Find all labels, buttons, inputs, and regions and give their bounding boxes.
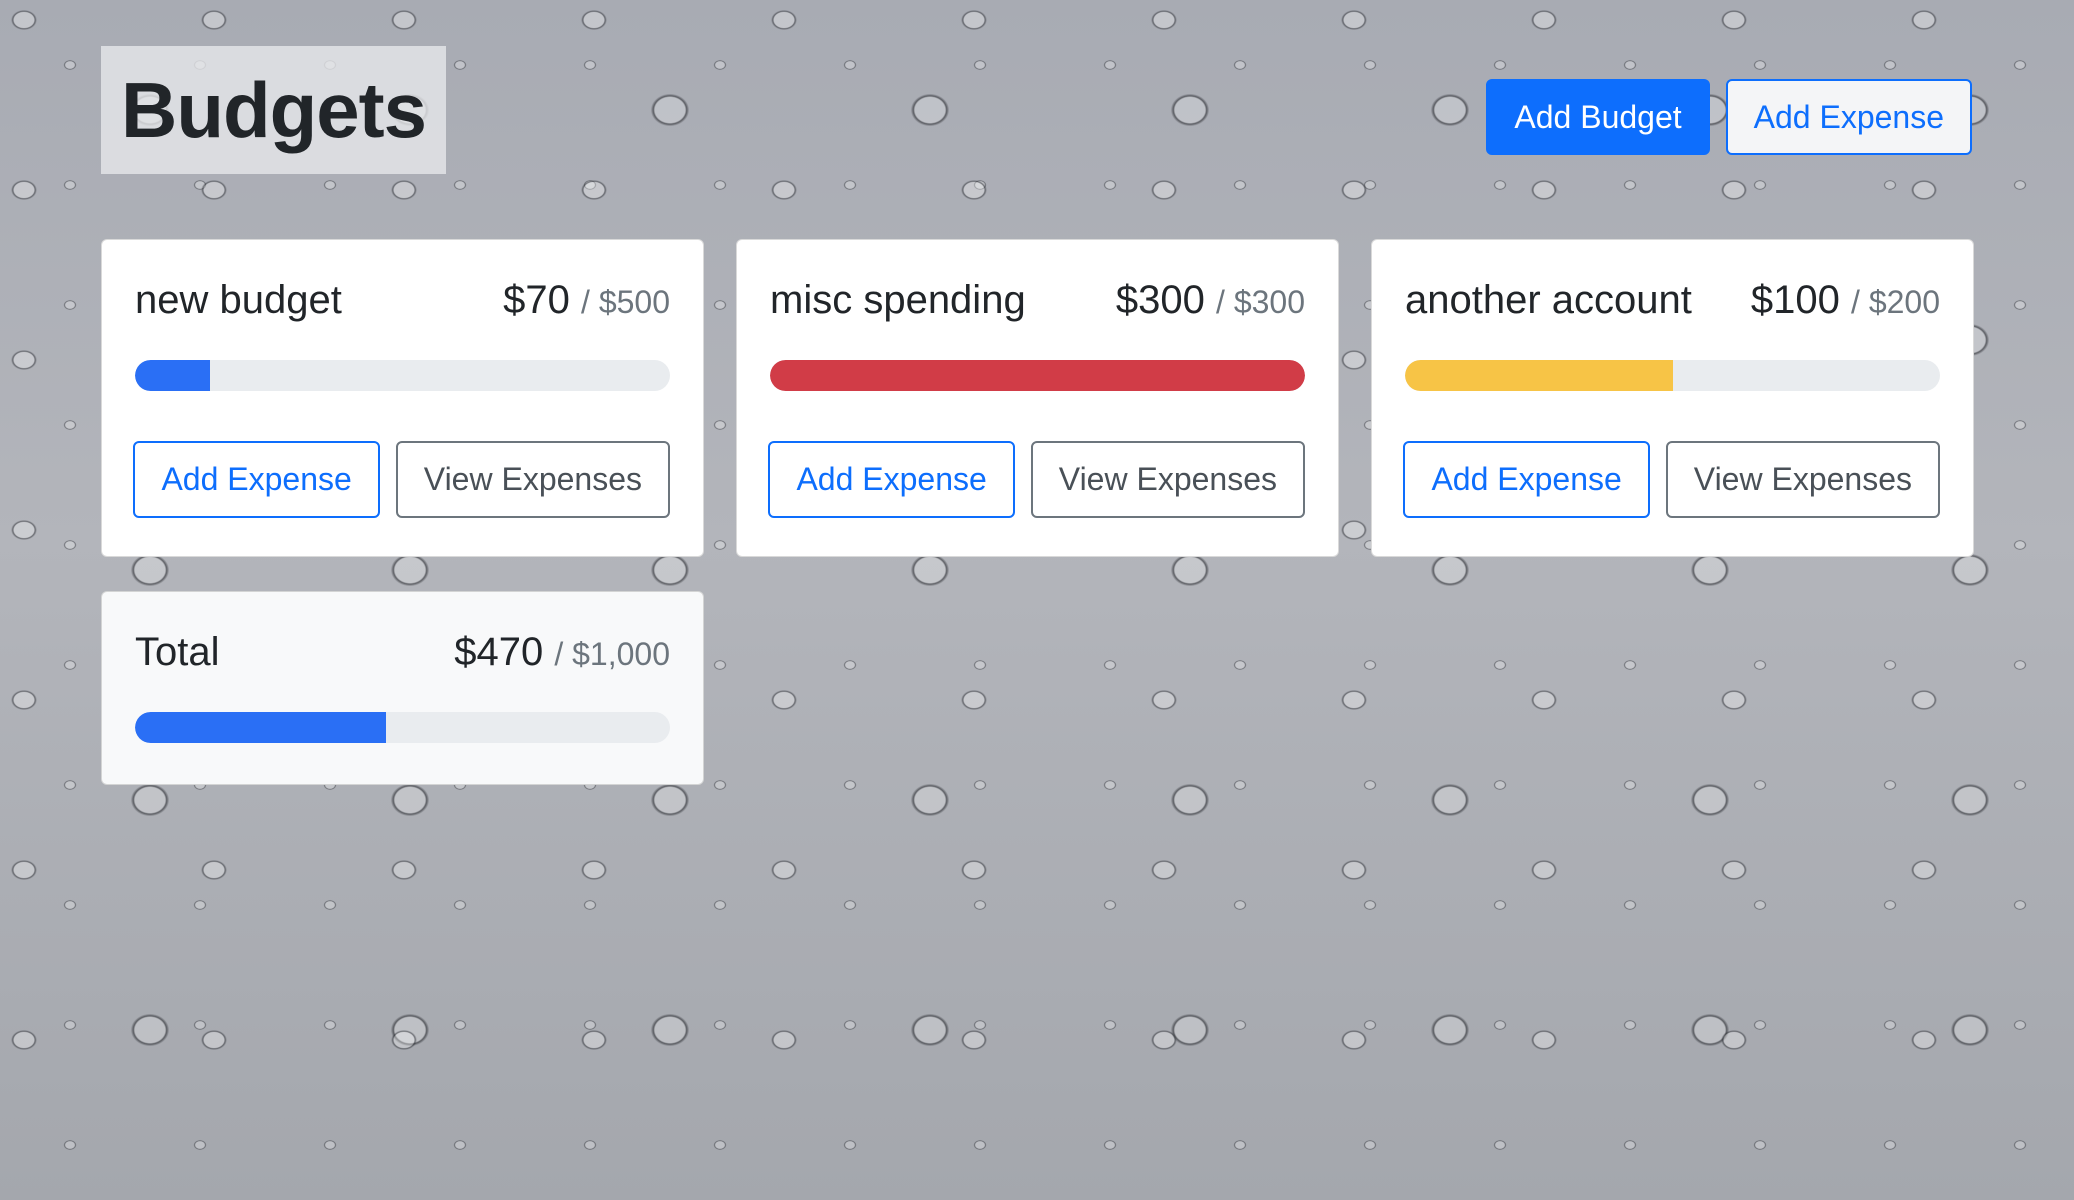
view-expenses-button[interactable]: View Expenses	[1030, 441, 1305, 518]
budget-card-new-budget: new budget $70 / $500 Add Expense View E…	[101, 239, 704, 557]
budget-spent: $70	[503, 278, 570, 322]
add-budget-button[interactable]: Add Budget	[1486, 79, 1710, 155]
budget-amount: $300 / $300	[1116, 278, 1305, 323]
budget-progress-bar	[135, 360, 670, 391]
page-title-container: Budgets	[101, 46, 446, 174]
add-expense-button[interactable]: Add Expense	[768, 441, 1015, 518]
total-progress-bar	[135, 712, 670, 743]
total-label: Total	[135, 630, 220, 674]
total-card-header: Total $470 / $1,000	[135, 630, 670, 682]
budget-max: / $300	[1216, 284, 1305, 320]
budget-amount: $70 / $500	[503, 278, 670, 323]
add-expense-header-button[interactable]: Add Expense	[1725, 79, 1972, 155]
budget-card-another-account: another account $100 / $200 Add Expense …	[1371, 239, 1974, 557]
budget-amount: $100 / $200	[1751, 278, 1940, 323]
budget-progress-fill	[1405, 360, 1673, 391]
view-expenses-button[interactable]: View Expenses	[395, 441, 670, 518]
header-actions: Add Budget Add Expense	[1486, 79, 1972, 155]
view-expenses-button[interactable]: View Expenses	[1665, 441, 1940, 518]
budget-max: / $200	[1851, 284, 1940, 320]
total-max: / $1,000	[554, 636, 670, 672]
budget-card-actions: Add Expense View Expenses	[768, 441, 1305, 518]
budget-card-misc-spending: misc spending $300 / $300 Add Expense Vi…	[736, 239, 1339, 557]
total-spent: $470	[454, 630, 544, 674]
budget-max: / $500	[581, 284, 670, 320]
total-card: Total $470 / $1,000	[101, 591, 704, 785]
budgets-page: { "page": { "title": "Budgets" }, "heade…	[0, 0, 2074, 1200]
add-expense-button[interactable]: Add Expense	[133, 441, 380, 518]
add-expense-button[interactable]: Add Expense	[1403, 441, 1650, 518]
budget-name: misc spending	[770, 278, 1026, 322]
budget-name: new budget	[135, 278, 342, 322]
budget-card-actions: Add Expense View Expenses	[133, 441, 670, 518]
budget-name: another account	[1405, 278, 1692, 322]
total-progress-fill	[135, 712, 387, 743]
budget-card-actions: Add Expense View Expenses	[1403, 441, 1940, 518]
budget-progress-fill	[135, 360, 210, 391]
budget-card-header: new budget $70 / $500	[135, 278, 670, 330]
budget-spent: $300	[1115, 278, 1205, 322]
budget-card-header: another account $100 / $200	[1405, 278, 1940, 330]
page-title: Budgets	[121, 65, 427, 154]
budget-progress-bar	[770, 360, 1305, 391]
budget-progress-bar	[1405, 360, 1940, 391]
budget-progress-fill	[770, 360, 1305, 391]
total-amount: $470 / $1,000	[454, 630, 670, 675]
budget-card-header: misc spending $300 / $300	[770, 278, 1305, 330]
budget-spent: $100	[1750, 278, 1840, 322]
